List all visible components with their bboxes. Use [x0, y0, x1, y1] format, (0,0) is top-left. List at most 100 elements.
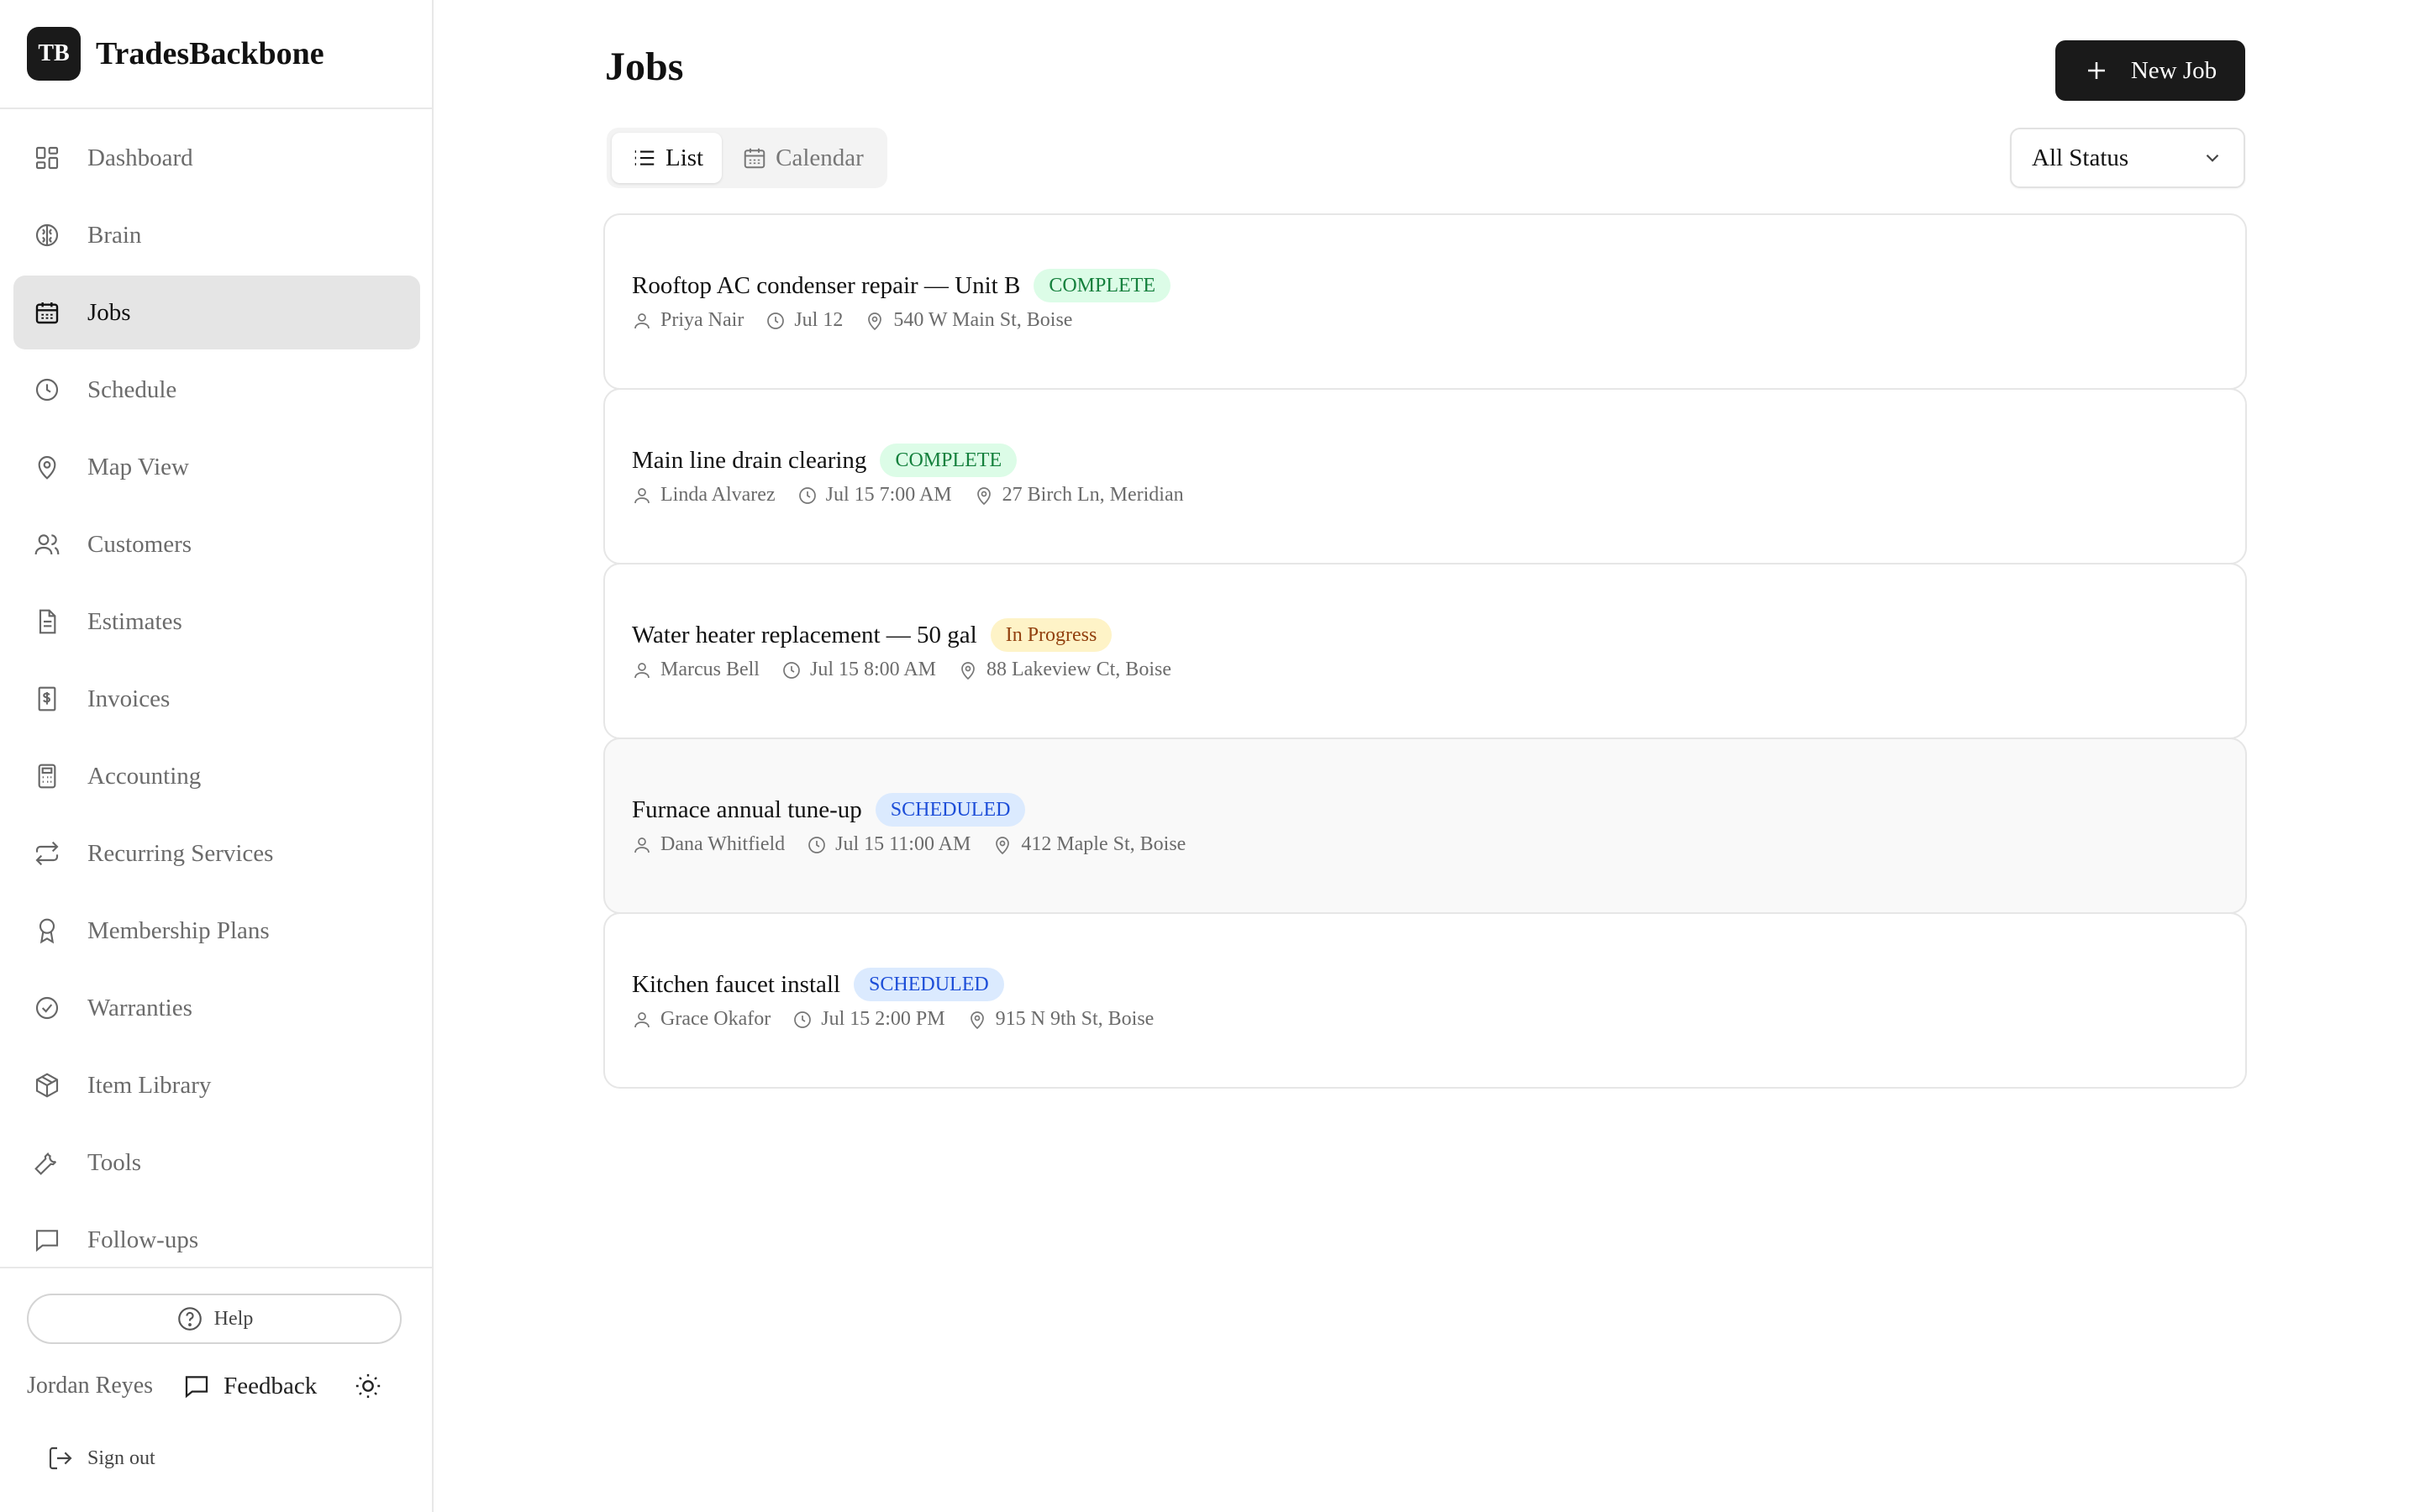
message-square-icon [185, 1376, 208, 1399]
sidebar-item-customers[interactable]: Customers [13, 507, 420, 581]
divider [0, 1267, 432, 1268]
feedback-label: Feedback [224, 1372, 318, 1399]
sidebar-item-accounting[interactable]: Accounting [13, 739, 420, 813]
status-filter-select[interactable]: All Status [2010, 128, 2245, 188]
new-job-button[interactable]: New Job [2055, 40, 2245, 101]
page-title: Jobs [605, 45, 684, 89]
sidebar-item-label: Tools [87, 1148, 142, 1176]
package-icon [34, 1072, 60, 1099]
help-circle-icon [177, 1307, 202, 1331]
brand[interactable]: TB TradesBackbone [27, 27, 324, 81]
job-meta: Dana Whitfield Jul 15 11:00 AM 412 Maple… [632, 833, 1207, 856]
log-out-icon [49, 1446, 72, 1470]
sign-out-button[interactable]: Sign out [47, 1441, 155, 1475]
sidebar-item-follow-ups[interactable]: Follow-ups [13, 1203, 420, 1277]
dashboard-icon [34, 144, 60, 171]
new-job-label: New Job [2130, 56, 2217, 84]
sidebar-item-tools[interactable]: Tools [13, 1126, 420, 1200]
feedback-button[interactable]: Feedback [183, 1373, 317, 1400]
calendar-view-label: Calendar [776, 144, 864, 171]
list-view-button[interactable]: List [612, 133, 723, 183]
sidebar-item-label: Schedule [87, 375, 177, 403]
sidebar-item-label: Jobs [87, 298, 131, 326]
job-time: Jul 15 11:00 AM [807, 833, 971, 856]
sidebar-item-jobs[interactable]: Jobs [13, 276, 420, 349]
calendar-icon [744, 148, 765, 169]
status-badge: COMPLETE [880, 444, 1018, 477]
calendar-view-button[interactable]: Calendar [722, 133, 882, 183]
sidebar-item-label: Recurring Services [87, 839, 274, 867]
theme-toggle-button[interactable] [354, 1372, 382, 1400]
job-technician-name: Grace Okafor [660, 1008, 771, 1030]
job-address: 540 W Main St, Boise [865, 309, 1072, 332]
status-badge: In Progress [990, 618, 1113, 652]
sidebar-item-label: Warranties [87, 994, 192, 1021]
job-time-text: Jul 15 11:00 AM [835, 833, 971, 855]
sidebar-item-brain[interactable]: Brain [13, 198, 420, 272]
sidebar-item-label: Customers [87, 530, 192, 558]
job-time-text: Jul 12 [794, 309, 844, 331]
job-card[interactable]: Furnace annual tune-up SCHEDULED Dana Wh… [603, 738, 2247, 914]
help-button[interactable]: Help [27, 1294, 402, 1344]
sidebar-item-membership-plans[interactable]: Membership Plans [13, 894, 420, 968]
user-icon [634, 1011, 650, 1027]
sidebar-item-label: Accounting [87, 762, 202, 790]
status-filter-value: All Status [2032, 144, 2129, 171]
sidebar-item-label: Map View [87, 453, 189, 480]
job-technician: Grace Okafor [632, 1008, 771, 1031]
sidebar-item-recurring-services[interactable]: Recurring Services [13, 816, 420, 890]
job-technician: Marcus Bell [632, 659, 760, 681]
sidebar-item-schedule[interactable]: Schedule [13, 353, 420, 427]
job-time-text: Jul 15 7:00 AM [825, 484, 952, 506]
job-address: 27 Birch Ln, Meridian [974, 484, 1184, 507]
job-address: 915 N 9th St, Boise [967, 1008, 1154, 1031]
list-view-label: List [666, 144, 704, 171]
chevron-down-icon [2206, 154, 2219, 162]
help-label: Help [213, 1307, 254, 1330]
calculator-icon [34, 763, 60, 790]
receipt-icon [34, 685, 60, 712]
job-title-row: Rooftop AC condenser repair — Unit B COM… [632, 269, 1171, 302]
map-pin-icon [961, 661, 975, 680]
repeat-icon [34, 840, 60, 867]
job-card[interactable]: Kitchen faucet install SCHEDULED Grace O… [603, 912, 2247, 1089]
user-row: Jordan Reyes Feedback [27, 1366, 402, 1406]
job-title: Furnace annual tune-up [632, 795, 862, 823]
job-title-row: Furnace annual tune-up SCHEDULED [632, 793, 1026, 827]
sidebar-item-dashboard[interactable]: Dashboard [13, 121, 420, 195]
users-icon [34, 531, 60, 558]
sidebar-item-item-library[interactable]: Item Library [13, 1048, 420, 1122]
clock-icon [808, 836, 826, 853]
sidebar-item-invoices[interactable]: Invoices [13, 662, 420, 736]
user-icon [634, 837, 650, 853]
clock-icon [767, 312, 785, 329]
job-address: 412 Maple St, Boise [992, 833, 1186, 856]
sidebar-nav: Dashboard Brain Jobs Schedule Map View C… [13, 121, 420, 1280]
user-name: Jordan Reyes [27, 1373, 154, 1399]
brand-logo: TB [27, 27, 81, 81]
file-text-icon [34, 608, 60, 635]
wrench-icon [34, 1149, 60, 1176]
sun-icon [356, 1373, 381, 1399]
job-meta: Priya Nair Jul 12 540 W Main St, Boise [632, 309, 1094, 332]
sidebar-item-label: Follow-ups [87, 1226, 199, 1253]
job-card[interactable]: Main line drain clearing COMPLETE Linda … [603, 388, 2247, 564]
sign-out-label: Sign out [87, 1446, 155, 1469]
job-card[interactable]: Water heater replacement — 50 gal In Pro… [603, 563, 2247, 739]
check-circle-icon [34, 995, 60, 1021]
job-technician-name: Linda Alvarez [660, 484, 776, 506]
view-toggle: List Calendar [607, 128, 887, 188]
sidebar-item-estimates[interactable]: Estimates [13, 585, 420, 659]
divider [0, 108, 432, 109]
job-card[interactable]: Rooftop AC condenser repair — Unit B COM… [603, 213, 2247, 390]
job-technician: Linda Alvarez [632, 484, 776, 507]
user-icon [634, 662, 650, 678]
map-pin-icon [976, 486, 991, 505]
sidebar-item-label: Estimates [87, 607, 182, 635]
sidebar-item-map-view[interactable]: Map View [13, 430, 420, 504]
user-icon [634, 312, 650, 328]
job-time-text: Jul 15 8:00 AM [809, 659, 937, 680]
sidebar-item-label: Dashboard [87, 144, 193, 171]
sidebar-item-warranties[interactable]: Warranties [13, 971, 420, 1045]
calendar-icon [34, 299, 60, 326]
